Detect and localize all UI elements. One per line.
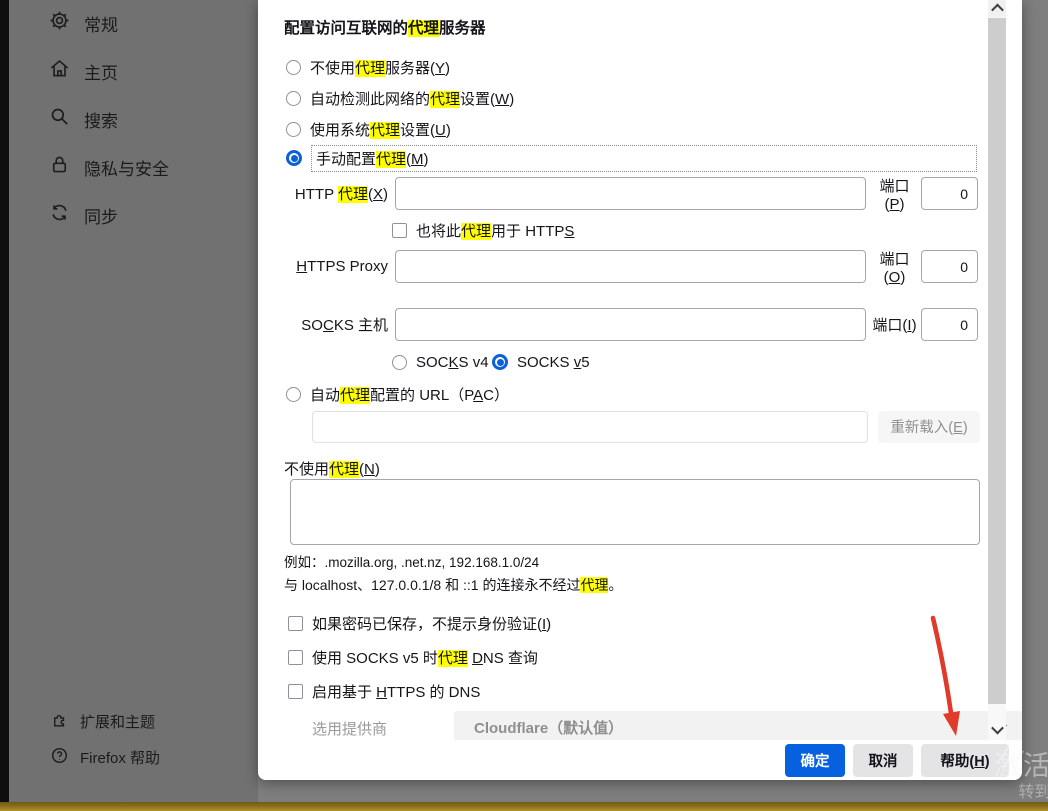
socks-host-row: SOCKS 主机 端口(I) (278, 308, 978, 341)
connection-settings-dialog: 配置访问互联网的代理服务器 不使用代理服务器(Y) 自动检测此网络的代理设置(W… (258, 0, 1022, 780)
sidebar-item-label: 扩展和主题 (80, 711, 155, 732)
no-auth-prompt-checkbox[interactable] (288, 616, 303, 631)
gear-icon (48, 9, 71, 37)
socks-port-input[interactable] (921, 308, 978, 341)
radio-system-proxy[interactable] (286, 122, 301, 137)
socks-v4-label: SOCKS v4 (416, 354, 489, 371)
radio-socks-v4[interactable] (392, 355, 407, 370)
ok-button[interactable]: 确定 (785, 744, 845, 777)
chevron-up-icon (991, 4, 1004, 17)
radio-auto-detect[interactable] (286, 91, 301, 106)
radio-row-auto-detect[interactable]: 自动检测此网络的代理设置(W) (286, 87, 514, 109)
settings-sidebar: 常规 主页 搜索 隐私与安全 同步 扩展和主题 Firefox 帮助 (9, 0, 258, 802)
use-for-https-checkbox[interactable] (392, 223, 407, 238)
use-for-https-label: 也将此代理用于 HTTPS (416, 220, 574, 241)
example-hint: 例如：.mozilla.org, .net.nz, 192.168.1.0/24 (284, 551, 539, 571)
radio-row-pac[interactable]: 自动代理配置的 URL（PAC） (286, 383, 509, 405)
socks-dns-checkbox[interactable] (288, 650, 303, 665)
socks-v4-row[interactable]: SOCKS v4 (392, 351, 489, 373)
provider-dropdown[interactable]: Cloudflare（默认值） (454, 711, 1022, 740)
provider-dropdown-value: Cloudflare（默认值） (474, 717, 623, 738)
socks-dns-row[interactable]: 使用 SOCKS v5 时代理 DNS 查询 (288, 647, 538, 667)
sync-icon (48, 201, 71, 229)
radio-manual-proxy-selected[interactable] (286, 150, 302, 166)
radio-auto-detect-label: 自动检测此网络的代理设置(W) (310, 88, 514, 109)
http-proxy-input[interactable] (395, 177, 866, 210)
scrollbar-thumb[interactable] (988, 18, 1006, 704)
http-port-input[interactable] (921, 177, 978, 210)
pac-url-row: 重新载入(E) (312, 410, 980, 443)
provider-label: 选用提供商(P) (312, 718, 400, 740)
socks-host-input[interactable] (395, 308, 866, 341)
https-proxy-input[interactable] (395, 250, 866, 283)
no-auth-prompt-label: 如果密码已保存，不提示身份验证(I) (312, 613, 551, 634)
home-icon (48, 57, 71, 85)
radio-row-system-proxy[interactable]: 使用系统代理设置(U) (286, 118, 451, 140)
use-for-https-row[interactable]: 也将此代理用于 HTTPS (392, 220, 574, 240)
sidebar-item-search[interactable]: 搜索 (9, 104, 258, 134)
chevron-down-icon (991, 721, 1004, 734)
reload-button[interactable]: 重新载入(E) (878, 411, 980, 443)
radio-pac-label: 自动代理配置的 URL（PAC） (310, 384, 509, 405)
no-proxy-for-textarea[interactable] (290, 479, 980, 545)
radio-no-proxy-label: 不使用代理服务器(Y) (310, 57, 450, 78)
https-port-label: 端口(O) (871, 248, 918, 286)
dialog-title: 配置访问互联网的代理服务器 (284, 16, 486, 38)
doh-label: 启用基于 HTTPS 的 DNS (312, 681, 480, 702)
taskbar-edge-strip (0, 802, 1048, 811)
socks-v5-label: SOCKS v5 (517, 354, 590, 371)
localhost-hint: 与 localhost、127.0.0.1/8 和 ::1 的连接永不经过代理。 (284, 575, 622, 595)
sidebar-item-label: 搜索 (84, 107, 118, 132)
socks-v5-row[interactable]: SOCKS v5 (492, 351, 590, 373)
search-icon (48, 105, 71, 133)
scrollbar-down-button[interactable] (988, 720, 1006, 738)
radio-pac-url[interactable] (286, 387, 301, 402)
radio-manual-proxy-label: 手动配置代理(M) (311, 145, 977, 172)
sidebar-item-label: 主页 (84, 59, 118, 84)
sidebar-item-general[interactable]: 常规 (9, 8, 258, 38)
doh-provider-row: 选用提供商(P) Cloudflare（默认值） (312, 711, 992, 740)
sidebar-item-label: 隐私与安全 (84, 155, 169, 180)
radio-socks-v5-selected[interactable] (492, 354, 508, 370)
https-port-input[interactable] (921, 250, 978, 283)
firefox-settings-page: { "colors": { "accent": "#0561e0", "sear… (0, 0, 1048, 811)
http-port-label: 端口(P) (871, 175, 918, 213)
sidebar-item-extensions-themes[interactable]: 扩展和主题 (9, 706, 258, 736)
cancel-button[interactable]: 取消 (853, 744, 913, 777)
sidebar-item-sync[interactable]: 同步 (9, 200, 258, 230)
http-proxy-label: HTTP 代理(X) (278, 183, 388, 204)
sidebar-item-label: 常规 (84, 11, 118, 36)
radio-no-proxy[interactable] (286, 60, 301, 75)
socks-dns-label: 使用 SOCKS v5 时代理 DNS 查询 (312, 647, 538, 668)
window-left-edge (0, 0, 9, 811)
https-proxy-row: HTTPS Proxy 端口(O) (278, 250, 978, 283)
sidebar-item-label: Firefox 帮助 (80, 747, 160, 768)
dialog-scroll-area: 配置访问互联网的代理服务器 不使用代理服务器(Y) 自动检测此网络的代理设置(W… (258, 0, 1022, 740)
socks-port-label: 端口(I) (871, 314, 918, 335)
radio-row-no-proxy[interactable]: 不使用代理服务器(Y) (286, 56, 450, 78)
doh-row[interactable]: 启用基于 HTTPS 的 DNS (288, 681, 480, 701)
sidebar-item-home[interactable]: 主页 (9, 56, 258, 86)
dialog-button-bar: 确定 取消 帮助(H) (258, 740, 1022, 780)
puzzle-icon (50, 710, 69, 733)
no-proxy-for-label: 不使用代理(N) (284, 458, 380, 479)
dialog-scrollbar[interactable] (988, 0, 1006, 740)
lock-icon (48, 153, 71, 181)
doh-checkbox[interactable] (288, 684, 303, 699)
no-auth-prompt-row[interactable]: 如果密码已保存，不提示身份验证(I) (288, 613, 551, 633)
http-proxy-row: HTTP 代理(X) 端口(P) (278, 177, 978, 210)
socks-host-label: SOCKS 主机 (278, 314, 388, 335)
windows-activation-watermark-line2: 转到" (1018, 778, 1048, 802)
scrollbar-up-button[interactable] (988, 0, 1006, 17)
sidebar-item-label: 同步 (84, 203, 118, 228)
pac-url-input[interactable] (312, 411, 868, 443)
question-icon (50, 746, 69, 769)
radio-system-proxy-label: 使用系统代理设置(U) (310, 119, 451, 140)
sidebar-item-firefox-help[interactable]: Firefox 帮助 (9, 742, 258, 772)
radio-row-manual-proxy[interactable]: 手动配置代理(M) (286, 147, 977, 169)
https-proxy-label: HTTPS Proxy (278, 258, 388, 275)
sidebar-item-privacy-security[interactable]: 隐私与安全 (9, 152, 258, 182)
